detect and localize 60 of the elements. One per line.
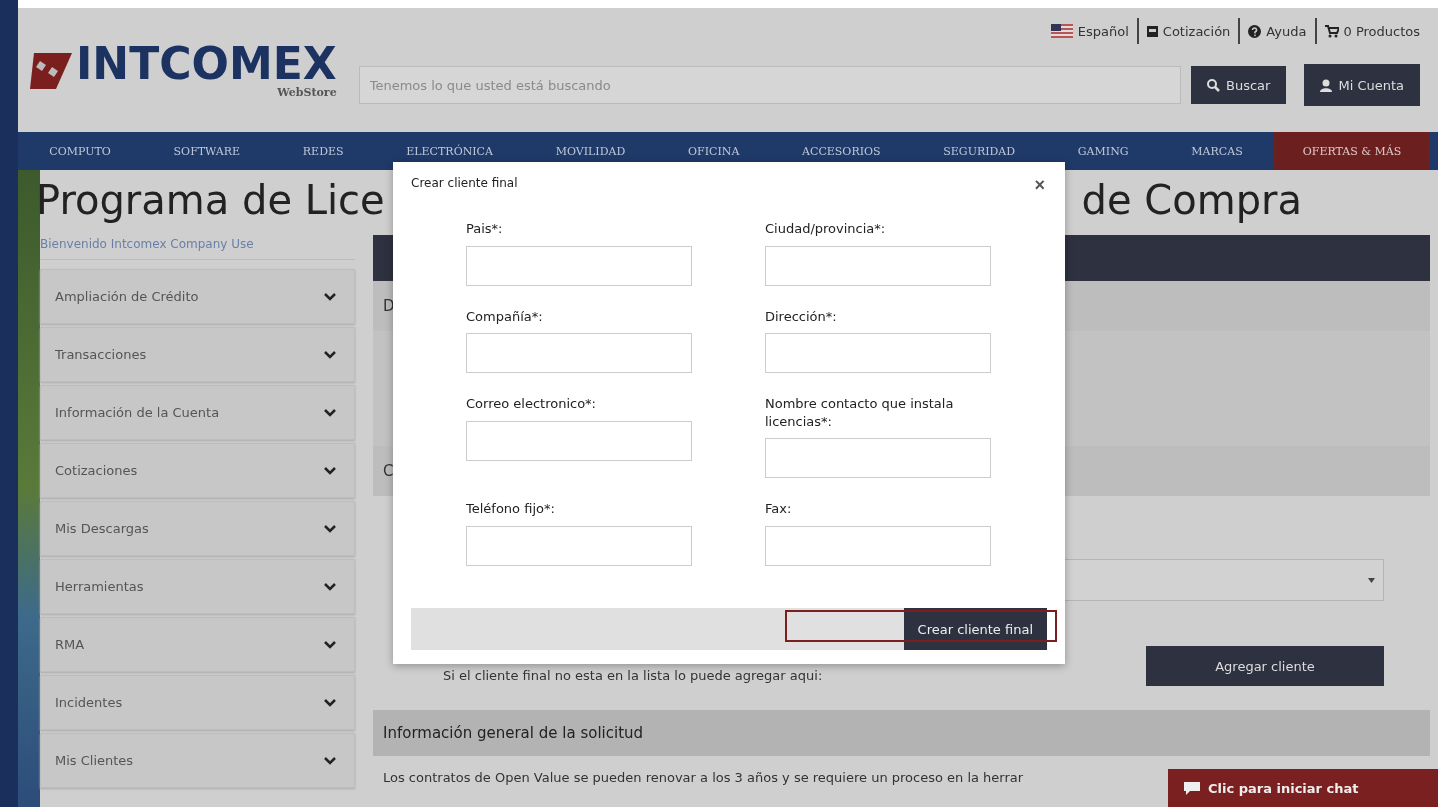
logo-subtitle: WebStore: [277, 86, 337, 99]
sidebar-item[interactable]: RMA: [40, 617, 355, 672]
input-field[interactable]: [765, 333, 991, 374]
nav-link[interactable]: COMPUTO: [18, 132, 143, 170]
sidebar-item[interactable]: Mis Descargas: [40, 501, 355, 556]
field-label: Teléfono fijo*:: [466, 500, 556, 518]
caret-icon: [1368, 577, 1375, 583]
close-button[interactable]: ×: [1034, 176, 1045, 194]
create-client-button[interactable]: Crear cliente final: [903, 608, 1047, 650]
field-label: Ciudad/provincia*:: [765, 220, 887, 238]
field-label: Compañía*:: [466, 307, 544, 326]
chat-button[interactable]: Clic para iniciar chat: [1168, 769, 1438, 807]
sidebar-item[interactable]: Información de la Cuenta: [40, 385, 355, 440]
modal-title: Crear cliente final: [411, 176, 518, 192]
field-label: Nombre contacto que instala licencias*:: [765, 395, 955, 431]
top-link[interactable]: Ayuda: [1248, 23, 1307, 39]
sidebar-item[interactable]: Transacciones: [40, 327, 355, 382]
input-field[interactable]: [466, 420, 692, 461]
hint-text: Si el cliente final no esta en la lista lo puede agregar aqui:: [443, 668, 823, 683]
sidebar-item[interactable]: Herramientas: [40, 559, 355, 614]
field-label: Dirección*:: [765, 307, 838, 326]
input-field[interactable]: [466, 333, 692, 374]
logo-text: INTCOMEX: [76, 42, 337, 86]
cart-icon: [1324, 24, 1339, 38]
field-label: Correo electronico*:: [466, 395, 597, 413]
welcome-text: Bienvenido Intcomex Company Use: [40, 234, 355, 260]
input-field[interactable]: [765, 245, 991, 286]
input-field[interactable]: [466, 245, 692, 286]
search-button[interactable]: Buscar: [1191, 66, 1287, 104]
page-title: de Compra: [1081, 178, 1302, 225]
account-button[interactable]: Mi Cuenta: [1304, 64, 1420, 106]
logo[interactable]: INTCOMEX WebStore: [28, 40, 339, 101]
search-icon: [1207, 78, 1221, 92]
clipboard-icon: [1146, 25, 1158, 37]
field-label: Fax:: [765, 500, 793, 518]
field-label: Pais*:: [466, 220, 504, 238]
user-icon: [1320, 78, 1333, 92]
nav-link[interactable]: SOFTWARE: [142, 132, 272, 170]
search-field[interactable]: Tenemos lo que usted está buscando: [358, 66, 1182, 104]
nav-link[interactable]: REDES: [271, 132, 375, 170]
flag-icon: [1050, 24, 1073, 38]
sidebar-item[interactable]: Cotizaciones: [40, 443, 355, 498]
page-title: Programa de Lice: [36, 178, 385, 225]
top-link[interactable]: 0 Productos: [1324, 23, 1420, 39]
section-title: Información general de la solicitud: [373, 710, 1430, 756]
input-field[interactable]: [466, 525, 692, 566]
logo-mark-icon: [30, 50, 72, 91]
input-field[interactable]: [765, 438, 991, 479]
help-icon: [1248, 24, 1262, 38]
add-client-button[interactable]: Agregar cliente: [1146, 646, 1384, 686]
top-link[interactable]: Español: [1050, 23, 1129, 39]
body-text: Los contratos de Open Value se pueden renovar a los 3 años y se requiere un proceso en la herrar: [382, 769, 1025, 787]
speech-bubble-icon: [1184, 781, 1200, 795]
sidebar-item[interactable]: Mis Clientes: [40, 733, 355, 788]
sidebar-item[interactable]: Incidentes: [40, 675, 355, 730]
top-link[interactable]: Cotización: [1146, 23, 1231, 39]
nav-link[interactable]: GAMING: [1046, 132, 1160, 170]
sidebar-item[interactable]: Ampliación de Crédito: [40, 269, 355, 324]
input-field[interactable]: [765, 525, 991, 566]
nav-link[interactable]: MARCAS: [1159, 132, 1275, 170]
